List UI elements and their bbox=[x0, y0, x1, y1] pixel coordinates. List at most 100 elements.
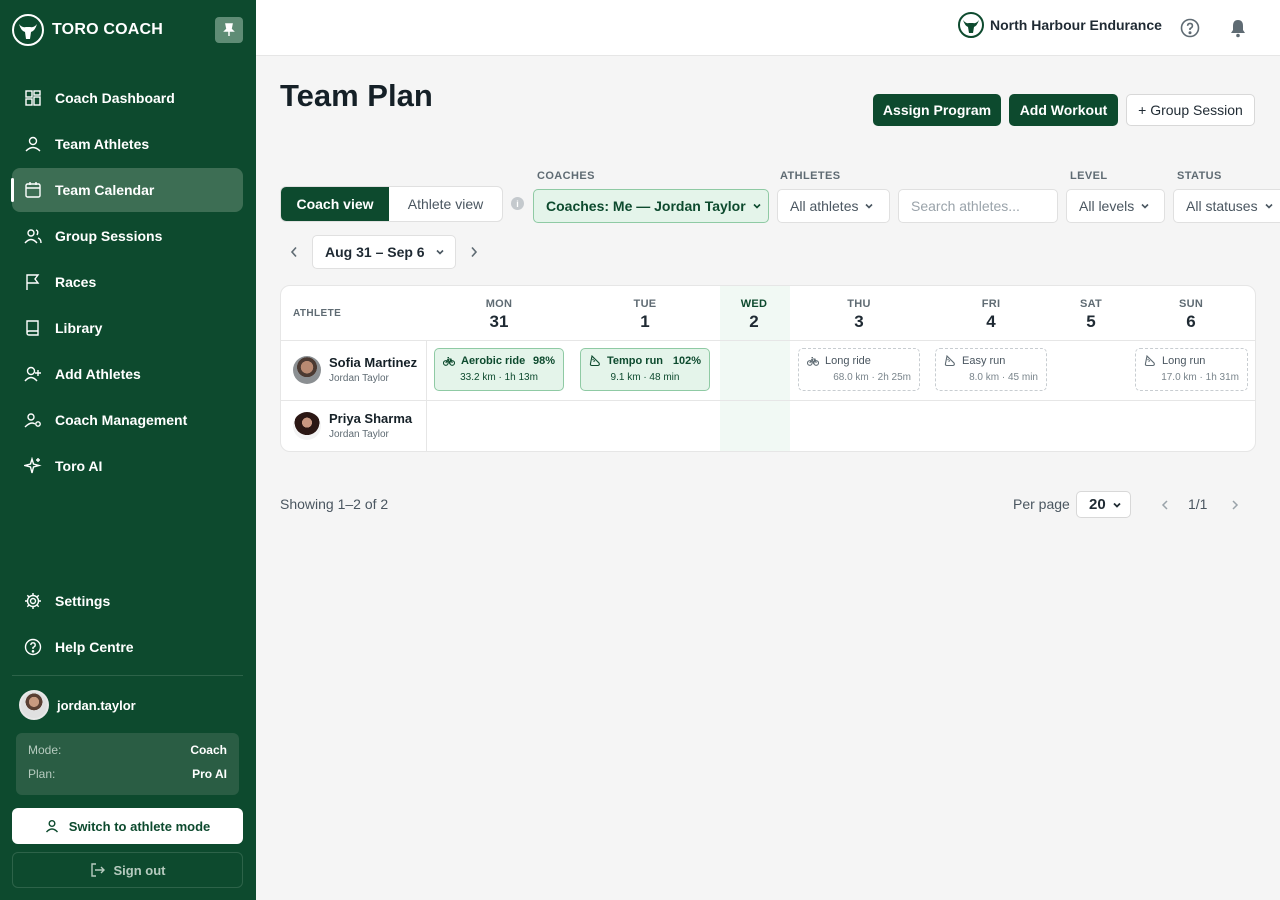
chevron-down-icon bbox=[1265, 203, 1273, 209]
sidebar-bottom-nav: Settings Help Centre bbox=[12, 579, 243, 671]
status-filter[interactable]: All statuses bbox=[1173, 189, 1280, 223]
sidebar-item-add-athletes[interactable]: Add Athletes bbox=[12, 352, 243, 396]
day-name: WED bbox=[740, 298, 768, 310]
next-page-button[interactable] bbox=[1228, 498, 1242, 512]
sidebar-item-coach-management[interactable]: Coach Management bbox=[12, 398, 243, 442]
date-range-picker[interactable]: Aug 31 – Sep 6 bbox=[312, 235, 456, 269]
status-filter-value: All statuses bbox=[1186, 198, 1258, 214]
previous-week-button[interactable] bbox=[286, 244, 302, 260]
sidebar-item-label: Races bbox=[55, 274, 97, 290]
search-athletes-input[interactable] bbox=[898, 189, 1058, 223]
sidebar-item-team-calendar[interactable]: Team Calendar bbox=[11, 168, 243, 212]
workout-title: Easy run bbox=[962, 355, 1006, 367]
workout-card[interactable]: Aerobic ride 98% 33.2 km · 1h 13m bbox=[434, 348, 564, 391]
sidebar-item-label: Team Calendar bbox=[55, 182, 155, 198]
day-header-tue: TUE 1 bbox=[605, 298, 685, 332]
athlete-row-header[interactable]: Priya Sharma Jordan Taylor bbox=[293, 411, 412, 440]
sign-out-label: Sign out bbox=[113, 862, 166, 878]
sidebar-item-team-athletes[interactable]: Team Athletes bbox=[12, 122, 243, 166]
day-number: 31 bbox=[489, 312, 509, 331]
bike-icon bbox=[443, 356, 455, 366]
bull-logo-icon bbox=[958, 12, 984, 38]
chevron-down-icon bbox=[753, 203, 761, 209]
chevron-down-icon bbox=[436, 249, 444, 255]
sidebar-item-label: Coach Dashboard bbox=[55, 90, 175, 106]
workout-detail: 33.2 km · 1h 13m bbox=[460, 372, 538, 383]
divider bbox=[12, 675, 243, 676]
switch-to-athlete-mode-button[interactable]: Switch to athlete mode bbox=[12, 808, 243, 844]
workout-title: Long run bbox=[1162, 355, 1206, 367]
sidebar-item-label: Library bbox=[55, 320, 103, 336]
per-page-value: 20 bbox=[1089, 496, 1106, 513]
users-icon bbox=[24, 227, 42, 245]
next-week-button[interactable] bbox=[466, 244, 482, 260]
athlete-name: Sofia Martinez bbox=[329, 355, 418, 370]
sign-out-button[interactable]: Sign out bbox=[12, 852, 243, 888]
day-number: 5 bbox=[1086, 312, 1096, 331]
results-count: Showing 1–2 of 2 bbox=[280, 496, 389, 512]
workout-detail: 8.0 km · 45 min bbox=[969, 372, 1038, 383]
sidebar-item-races[interactable]: Races bbox=[12, 260, 243, 304]
athlete-view-tab[interactable]: Athlete view bbox=[389, 187, 502, 221]
sidebar-item-label: Coach Management bbox=[55, 412, 188, 428]
workout-title: Long ride bbox=[825, 355, 871, 367]
divider bbox=[426, 341, 427, 451]
help-icon bbox=[24, 638, 42, 656]
sidebar-item-label: Toro AI bbox=[55, 458, 103, 474]
workout-detail: 17.0 km · 1h 31m bbox=[1161, 372, 1239, 383]
user-icon bbox=[24, 135, 42, 153]
day-name: MON bbox=[485, 298, 513, 310]
workout-card[interactable]: Long ride 68.0 km · 2h 25m bbox=[798, 348, 920, 391]
info-icon[interactable]: i bbox=[511, 197, 524, 210]
calendar-icon bbox=[24, 181, 42, 199]
add-workout-button[interactable]: Add Workout bbox=[1009, 94, 1118, 126]
user-plus-icon bbox=[24, 365, 42, 383]
shoe-icon bbox=[589, 355, 600, 367]
avatar bbox=[293, 411, 321, 440]
brand[interactable]: TORO COACH bbox=[12, 14, 163, 46]
previous-page-button[interactable] bbox=[1158, 498, 1172, 512]
avatar bbox=[293, 355, 321, 384]
workout-card[interactable]: Tempo run 102% 9.1 km · 48 min bbox=[580, 348, 710, 391]
bull-logo-icon bbox=[12, 14, 44, 46]
coaches-filter-value: Coaches: Me — Jordan Taylor bbox=[546, 198, 746, 214]
coach-view-tab[interactable]: Coach view bbox=[281, 187, 389, 221]
bell-icon[interactable] bbox=[1228, 18, 1248, 38]
day-number: 1 bbox=[640, 312, 650, 331]
mode-label: Mode: bbox=[28, 743, 62, 757]
sidebar-item-settings[interactable]: Settings bbox=[12, 579, 243, 623]
sidebar-item-toro-ai[interactable]: Toro AI bbox=[12, 444, 243, 488]
workout-card[interactable]: Long run 17.0 km · 1h 31m bbox=[1135, 348, 1248, 391]
sidebar-item-group-sessions[interactable]: Group Sessions bbox=[12, 214, 243, 258]
level-filter-value: All levels bbox=[1079, 198, 1135, 214]
pin-sidebar-button[interactable] bbox=[215, 17, 243, 43]
level-filter[interactable]: All levels bbox=[1066, 189, 1165, 223]
athletes-filter-value: All athletes bbox=[790, 198, 859, 214]
assign-program-button[interactable]: Assign Program bbox=[873, 94, 1001, 126]
user-profile[interactable]: jordan.taylor bbox=[19, 690, 136, 720]
athlete-row-header[interactable]: Sofia Martinez Jordan Taylor bbox=[293, 355, 417, 384]
coaches-filter-label: COACHES bbox=[537, 170, 595, 182]
organization-name: North Harbour Endurance bbox=[990, 17, 1162, 33]
help-icon[interactable] bbox=[1180, 18, 1200, 38]
calendar-header: ATHLETE MON 31 TUE 1 WED 2 THU 3 FRI 4 S… bbox=[281, 286, 1255, 341]
day-header-fri: FRI 4 bbox=[951, 298, 1031, 332]
sidebar-item-help-centre[interactable]: Help Centre bbox=[12, 625, 243, 669]
bike-icon bbox=[807, 356, 819, 366]
day-name: THU bbox=[847, 298, 871, 310]
sidebar-item-library[interactable]: Library bbox=[12, 306, 243, 350]
sparkle-icon bbox=[24, 457, 42, 475]
sign-out-icon bbox=[90, 863, 105, 877]
sidebar-item-coach-dashboard[interactable]: Coach Dashboard bbox=[12, 76, 243, 120]
athletes-filter[interactable]: All athletes bbox=[777, 189, 890, 223]
sidebar-item-label: Add Athletes bbox=[55, 366, 141, 382]
organization-switcher[interactable]: North Harbour Endurance bbox=[958, 12, 1162, 38]
pin-icon bbox=[223, 23, 235, 36]
sidebar-item-label: Group Sessions bbox=[55, 228, 163, 244]
coaches-filter[interactable]: Coaches: Me — Jordan Taylor bbox=[533, 189, 769, 223]
athlete-name: Priya Sharma bbox=[329, 411, 413, 426]
per-page-select[interactable]: 20 bbox=[1076, 491, 1131, 518]
workout-card[interactable]: Easy run 8.0 km · 45 min bbox=[935, 348, 1047, 391]
day-number: 3 bbox=[854, 312, 864, 331]
group-session-button[interactable]: + Group Session bbox=[1126, 94, 1255, 126]
